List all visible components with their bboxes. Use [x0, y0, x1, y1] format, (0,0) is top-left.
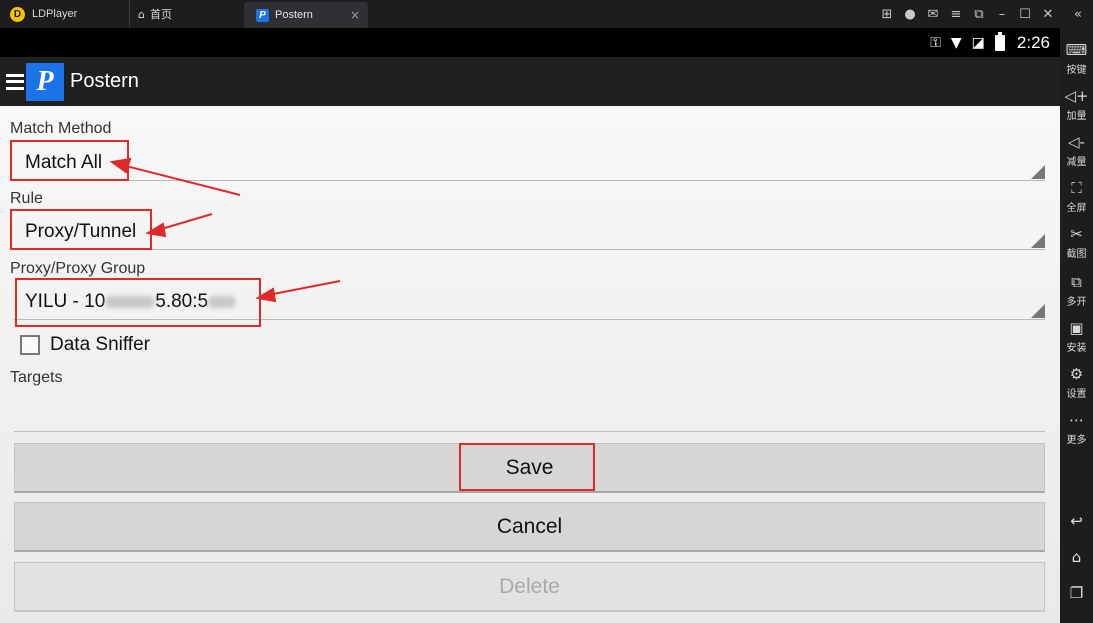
- brand-name: LDPlayer: [32, 8, 78, 20]
- status-icons: ⚿ ▼ ◪ 2:26: [920, 28, 1050, 57]
- emulator-window: D LDPlayer ⌂ 首页 P Postern × ⊞ ● ✉ ≡ ⧉ – …: [0, 0, 1093, 623]
- sidebar-item-label: 按键: [1066, 65, 1087, 76]
- sidebar-item-multi-instance[interactable]: ⧉ 多开: [1060, 273, 1093, 309]
- annotation-box-proxy: [15, 278, 261, 327]
- match-method-label: Match Method: [10, 120, 112, 137]
- emulator-sidebar: ⌨ 按键 ◁+ 加量 ◁- 减量 ⛶ 全屏 ✂ 截图 ⧉ 多开 ▣ 安装 ⚙ 设: [1060, 28, 1093, 623]
- sidebar-item-keyboard[interactable]: ⌨ 按键: [1060, 41, 1093, 77]
- battery-icon: [994, 31, 1005, 51]
- dropdown-triangle-icon: [1031, 234, 1045, 248]
- vpn-key-icon: ⚿: [930, 34, 941, 51]
- maximize-icon[interactable]: ☐: [1018, 7, 1032, 22]
- data-sniffer-checkbox[interactable]: [20, 335, 40, 355]
- annotation-box-match-all: [10, 140, 129, 181]
- keyboard-icon: ⌨: [1065, 41, 1088, 59]
- wifi-icon: ▼: [950, 34, 962, 51]
- restore-icon[interactable]: ⧉: [972, 7, 986, 22]
- screenshot-icon: ✂: [1070, 225, 1083, 243]
- ldplayer-logo-icon: D: [10, 6, 25, 22]
- sidebar-item-settings[interactable]: ⚙ 设置: [1060, 365, 1093, 401]
- sidebar-item-label: 更多: [1066, 435, 1087, 446]
- sidebar-item-fullscreen[interactable]: ⛶ 全屏: [1060, 179, 1093, 215]
- apk-install-icon: ▣: [1069, 319, 1084, 337]
- close-tab-icon[interactable]: ×: [350, 8, 360, 22]
- rule-label: Rule: [10, 190, 43, 207]
- postern-logo-icon: P: [26, 62, 64, 101]
- sidebar-item-volume-up[interactable]: ◁+ 加量: [1060, 87, 1093, 123]
- hamburger-menu-icon[interactable]: [6, 73, 24, 90]
- multi-instance-icon: ⧉: [1071, 273, 1082, 291]
- sidebar-item-label: 减量: [1066, 157, 1087, 168]
- data-sniffer-label: Data Sniffer: [50, 334, 150, 355]
- settings-icon: ⚙: [1069, 365, 1084, 383]
- recents-icon[interactable]: ❐: [1060, 584, 1093, 602]
- sidebar-item-label: 安装: [1066, 343, 1087, 354]
- proxy-label: Proxy/Proxy Group: [10, 260, 146, 277]
- android-status-bar: ⚿ ▼ ◪ 2:26: [0, 28, 1060, 57]
- app-title: Postern: [70, 70, 139, 92]
- more-icon: ⋯: [1069, 411, 1084, 429]
- home-icon: ⌂: [138, 7, 145, 21]
- dropdown-triangle-icon: [1031, 165, 1045, 179]
- sidebar-item-volume-down[interactable]: ◁- 减量: [1060, 133, 1093, 169]
- host-titlebar: D LDPlayer ⌂ 首页 P Postern × ⊞ ● ✉ ≡ ⧉ – …: [0, 0, 1093, 28]
- targets-label: Targets: [10, 369, 63, 386]
- tab-home-label: 首页: [149, 8, 172, 21]
- targets-input[interactable]: [14, 396, 1045, 432]
- dropdown-triangle-icon: [1031, 304, 1045, 318]
- user-icon[interactable]: ●: [903, 7, 917, 22]
- sidebar-item-apk-install[interactable]: ▣ 安装: [1060, 319, 1093, 355]
- tab-postern-label: Postern: [275, 9, 313, 21]
- sidebar-item-label: 设置: [1066, 389, 1087, 400]
- sidebar-item-label: 截图: [1066, 249, 1087, 260]
- menu-icon[interactable]: ≡: [949, 7, 963, 22]
- window-controls: ⊞ ● ✉ ≡ ⧉ – ☐ ✕ «: [871, 0, 1085, 28]
- sidebar-item-label: 加量: [1066, 111, 1087, 122]
- close-icon[interactable]: ✕: [1041, 7, 1055, 22]
- minimize-icon[interactable]: –: [995, 7, 1009, 22]
- rule-spinner[interactable]: Proxy/Tunnel: [14, 212, 1045, 250]
- no-sim-icon: ◪: [971, 34, 985, 51]
- annotation-box-rule: [10, 209, 152, 250]
- postern-tab-logo-icon: P: [256, 8, 269, 22]
- delete-button[interactable]: Delete: [14, 562, 1045, 612]
- rule-edit-form: Match Method Match All Rule Proxy/Tunnel…: [0, 106, 1060, 623]
- ldplayer-brand: D LDPlayer: [0, 0, 130, 28]
- sidebar-item-screenshot[interactable]: ✂ 截图: [1060, 225, 1093, 261]
- sidebar-item-label: 多开: [1066, 297, 1087, 308]
- collapse-icon[interactable]: «: [1071, 7, 1085, 22]
- status-time: 2:26: [1016, 32, 1050, 52]
- app-toolbar: P Postern: [0, 57, 1060, 106]
- sidebar-item-label: 全屏: [1066, 203, 1087, 214]
- annotation-box-save: [459, 443, 595, 491]
- home-icon[interactable]: ⌂: [1060, 548, 1093, 566]
- tab-home[interactable]: ⌂ 首页: [130, 0, 244, 28]
- volume-up-icon: ◁+: [1064, 87, 1089, 105]
- volume-down-icon: ◁-: [1068, 133, 1085, 151]
- fullscreen-icon: ⛶: [1071, 179, 1082, 197]
- gamepad-icon[interactable]: ⊞: [880, 7, 894, 22]
- mail-icon[interactable]: ✉: [926, 7, 940, 22]
- tab-postern[interactable]: P Postern ×: [244, 2, 368, 28]
- back-icon[interactable]: ↩: [1060, 512, 1093, 530]
- sidebar-item-more[interactable]: ⋯ 更多: [1060, 411, 1093, 447]
- data-sniffer-row[interactable]: Data Sniffer: [20, 334, 150, 356]
- cancel-button[interactable]: Cancel: [14, 502, 1045, 552]
- match-method-spinner[interactable]: Match All: [14, 143, 1045, 181]
